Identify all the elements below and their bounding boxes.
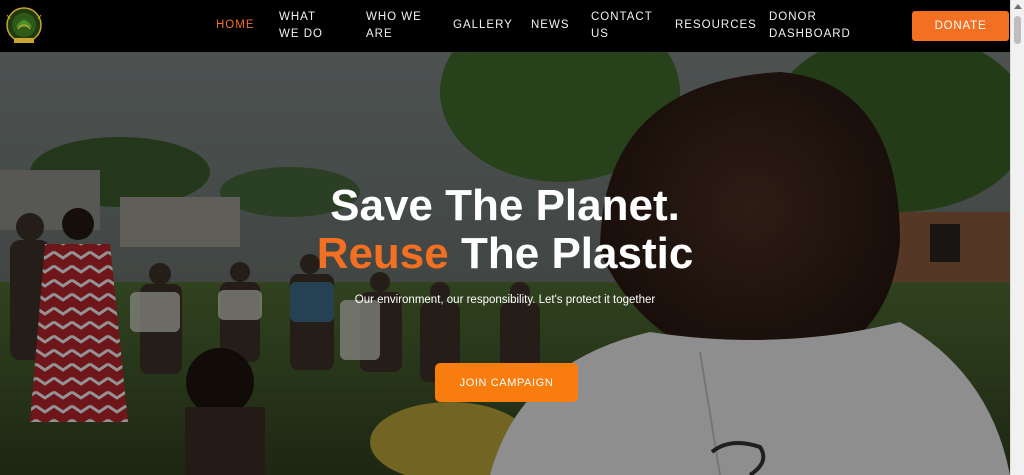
nav-home[interactable]: HOME xyxy=(216,17,255,34)
nav-contact-us[interactable]: CONTACT US xyxy=(591,9,652,43)
hero-title-line-1: Save The Planet. xyxy=(330,181,680,230)
nav-donor-dashboard[interactable]: DONOR DASHBOARD xyxy=(769,9,851,43)
hero-subtitle: Our environment, our responsibility. Let… xyxy=(354,294,656,306)
join-campaign-button[interactable]: JOIN CAMPAIGN xyxy=(435,363,578,402)
hero-banner: Save The Planet. Reuse The Plastic Our e… xyxy=(0,52,1010,475)
donate-button[interactable]: DONATE xyxy=(912,11,1009,41)
nav-resources[interactable]: RESOURCES xyxy=(675,17,757,34)
scroll-up-arrow-icon[interactable] xyxy=(1014,4,1022,9)
hero-title-accent-word: Reuse xyxy=(316,229,449,278)
nav-who-we-are[interactable]: WHO WE ARE xyxy=(366,9,424,43)
nav-news[interactable]: NEWS xyxy=(531,17,570,34)
nav-what-we-do[interactable]: WHAT WE DO xyxy=(279,9,339,43)
top-navigation-bar: HOME WHAT WE DO WHO WE ARE GALLERY NEWS … xyxy=(0,0,1024,52)
logo-emblem-icon[interactable] xyxy=(4,5,44,47)
hero-title-line-2: Reuse The Plastic xyxy=(0,230,1010,278)
hero-title-line-2-rest: The Plastic xyxy=(448,229,694,278)
scrollbar-thumb[interactable] xyxy=(1014,16,1021,44)
page-scrollbar[interactable] xyxy=(1010,0,1024,475)
nav-gallery[interactable]: GALLERY xyxy=(453,17,513,34)
